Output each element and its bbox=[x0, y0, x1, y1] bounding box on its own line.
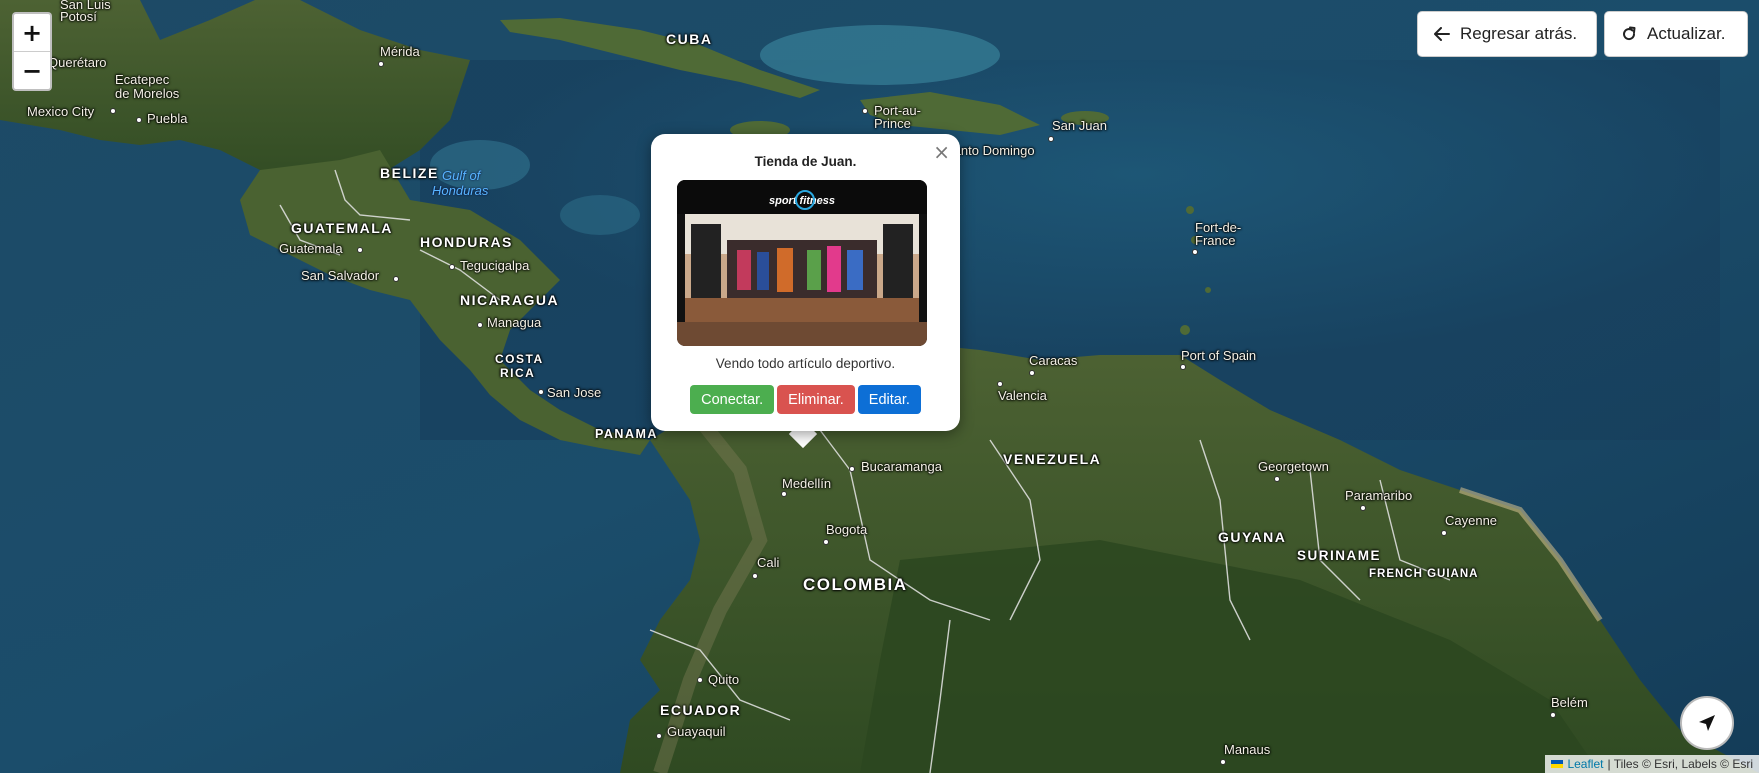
label-colombia: COLOMBIA bbox=[803, 575, 908, 594]
navigation-arrow-icon bbox=[1699, 715, 1715, 731]
store-sign-text: sport fitness bbox=[769, 195, 835, 207]
label-medellin: Medellín bbox=[782, 476, 832, 491]
city-dot bbox=[1220, 759, 1226, 765]
city-dot bbox=[393, 276, 399, 282]
label-quito: Quito bbox=[708, 672, 740, 687]
label-san-luis-potosi-2: Potosí bbox=[60, 9, 97, 24]
city-dot bbox=[449, 264, 455, 270]
label-manaus: Manaus bbox=[1224, 742, 1271, 757]
label-costa-rica-2: RICA bbox=[500, 366, 536, 380]
city-dot bbox=[378, 61, 384, 67]
label-merida: Mérida bbox=[380, 44, 420, 59]
label-georgetown: Georgetown bbox=[1258, 459, 1329, 474]
zoom-out-button[interactable]: − bbox=[14, 51, 50, 89]
label-suriname: SURINAME bbox=[1297, 548, 1382, 563]
label-ecatepec-1: Ecatepec bbox=[115, 72, 170, 87]
zoom-control: + − bbox=[12, 12, 52, 91]
label-honduras: HONDURAS bbox=[420, 234, 513, 250]
attribution: Leaflet | Tiles © Esri, Labels © Esri bbox=[1545, 755, 1759, 773]
popup-description: Vendo todo artículo deportivo. bbox=[715, 356, 896, 371]
city-dot bbox=[538, 389, 544, 395]
attribution-text: | Tiles © Esri, Labels © Esri bbox=[1607, 757, 1753, 771]
label-gulf-2: Honduras bbox=[432, 183, 489, 198]
label-belem: Belém bbox=[1551, 695, 1588, 710]
city-dot bbox=[1550, 712, 1556, 718]
label-queretaro: Querétaro bbox=[48, 55, 107, 70]
city-dot bbox=[1274, 476, 1280, 482]
city-dot bbox=[1441, 530, 1447, 536]
label-mexico-city: Mexico City bbox=[27, 104, 95, 119]
city-dot bbox=[1029, 370, 1035, 376]
city-dot bbox=[1360, 505, 1366, 511]
city-dot bbox=[1192, 249, 1198, 255]
popup-title: Tienda de Juan. bbox=[754, 154, 857, 169]
city-dot bbox=[477, 322, 483, 328]
connect-button[interactable]: Conectar. bbox=[690, 385, 775, 414]
label-san-jose: San Jose bbox=[547, 385, 602, 400]
city-dot bbox=[997, 381, 1003, 387]
city-dot bbox=[357, 247, 363, 253]
city-dot bbox=[862, 108, 868, 114]
delete-button[interactable]: Eliminar. bbox=[777, 385, 855, 414]
arrow-left-icon bbox=[1434, 27, 1450, 41]
label-ecuador: ECUADOR bbox=[660, 702, 742, 718]
label-san-juan: San Juan bbox=[1052, 118, 1107, 133]
back-label: Regresar atrás. bbox=[1460, 24, 1578, 43]
label-managua: Managua bbox=[487, 315, 542, 330]
label-guayaquil: Guayaquil bbox=[667, 724, 726, 739]
city-dot bbox=[752, 573, 758, 579]
label-port-of-spain: Port of Spain bbox=[1181, 348, 1257, 363]
label-port-au-prince-2: Prince bbox=[874, 116, 911, 131]
city-dot bbox=[1180, 364, 1186, 370]
label-valencia: Valencia bbox=[998, 388, 1047, 403]
store-popup: × Tienda de Juan. sport fitness Vendo to… bbox=[651, 134, 960, 431]
refresh-button[interactable]: Actualizar. bbox=[1604, 11, 1748, 57]
label-cuba: CUBA bbox=[666, 31, 713, 47]
label-french-guiana: FRENCH GUIANA bbox=[1369, 568, 1479, 580]
city-dot bbox=[1048, 136, 1054, 142]
label-belize: BELIZE bbox=[380, 165, 439, 181]
label-cayenne: Cayenne bbox=[1445, 513, 1498, 528]
label-panama: PANAMA bbox=[595, 427, 658, 441]
label-guatemala-city: Guatemala bbox=[279, 241, 343, 256]
label-venezuela: VENEZUELA bbox=[1003, 451, 1102, 467]
city-dot bbox=[823, 539, 829, 545]
label-guatemala: GUATEMALA bbox=[291, 220, 393, 236]
label-gulf-1: Gulf of bbox=[442, 168, 481, 183]
back-button[interactable]: Regresar atrás. bbox=[1417, 11, 1597, 57]
city-dot bbox=[136, 117, 142, 123]
store-photo: sport fitness bbox=[677, 180, 927, 346]
label-paramaribo: Paramaribo bbox=[1345, 488, 1413, 503]
label-puebla: Puebla bbox=[147, 111, 188, 126]
leaflet-link[interactable]: Leaflet bbox=[1567, 757, 1603, 771]
label-fort-de-france-2: France bbox=[1195, 233, 1236, 248]
locate-button[interactable] bbox=[1680, 696, 1734, 750]
label-tegucigalpa: Tegucigalpa bbox=[460, 258, 530, 273]
ukraine-flag-icon bbox=[1551, 760, 1564, 768]
city-dot bbox=[697, 677, 703, 683]
label-ecatepec-2: de Morelos bbox=[115, 86, 180, 101]
city-dot bbox=[110, 108, 116, 114]
refresh-label: Actualizar. bbox=[1647, 24, 1726, 43]
label-bucaramanga: Bucaramanga bbox=[861, 459, 942, 474]
label-bogota: Bogota bbox=[826, 522, 868, 537]
label-costa-rica-1: COSTA bbox=[495, 352, 544, 366]
label-caracas: Caracas bbox=[1029, 353, 1078, 368]
popup-actions: Conectar. Eliminar. Editar. bbox=[651, 385, 960, 414]
refresh-icon bbox=[1623, 26, 1636, 41]
label-nicaragua: NICARAGUA bbox=[460, 292, 560, 308]
city-dot bbox=[781, 491, 787, 497]
label-cali: Cali bbox=[757, 555, 780, 570]
label-guyana: GUYANA bbox=[1218, 529, 1287, 545]
edit-button[interactable]: Editar. bbox=[857, 385, 921, 414]
city-dot bbox=[849, 466, 855, 472]
label-san-salvador: San Salvador bbox=[301, 268, 380, 283]
city-dot bbox=[656, 733, 662, 739]
zoom-in-button[interactable]: + bbox=[14, 14, 50, 51]
